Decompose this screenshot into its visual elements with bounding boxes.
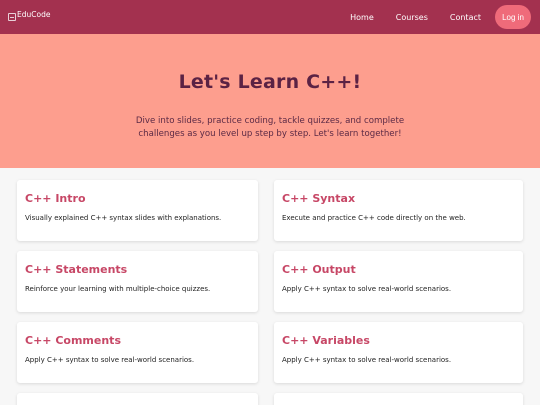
- hero-title: Let's Learn C++!: [178, 71, 362, 93]
- nav-link-contact[interactable]: Contact: [450, 13, 481, 22]
- card-description: Apply C++ syntax to solve real-world sce…: [282, 285, 452, 293]
- course-card-statements[interactable]: C++ Statements Reinforce your learning w…: [17, 251, 258, 312]
- card-description: Apply C++ syntax to solve real-world sce…: [25, 356, 195, 364]
- card-title: C++ Statements: [25, 263, 128, 276]
- card-title: C++ Output: [282, 263, 356, 276]
- card-title: C++ Intro: [25, 192, 86, 205]
- course-card-variables[interactable]: C++ Variables Apply C++ syntax to solve …: [274, 322, 523, 383]
- login-button[interactable]: Log in: [495, 5, 531, 29]
- card-description: Reinforce your learning with multiple-ch…: [25, 285, 211, 293]
- course-card[interactable]: [274, 393, 523, 405]
- hero-subtitle: Dive into slides, practice coding, tackl…: [135, 116, 405, 139]
- logo[interactable]: EduCode: [8, 9, 51, 22]
- hero-section: Let's Learn C++! Dive into slides, pract…: [0, 34, 540, 168]
- card-description: Execute and practice C++ code directly o…: [282, 214, 466, 222]
- logo-text: EduCode: [17, 9, 51, 19]
- card-description: Visually explained C++ syntax slides wit…: [25, 214, 222, 222]
- course-card-comments[interactable]: C++ Comments Apply C++ syntax to solve r…: [17, 322, 258, 383]
- nav-links: Home Courses Contact Log in: [350, 5, 531, 29]
- course-card-syntax[interactable]: C++ Syntax Execute and practice C++ code…: [274, 180, 523, 241]
- card-description: Apply C++ syntax to solve real-world sce…: [282, 356, 452, 364]
- card-title: C++ Comments: [25, 334, 121, 347]
- course-card[interactable]: [17, 393, 258, 405]
- navbar: EduCode Home Courses Contact Log in: [0, 0, 540, 34]
- card-title: C++ Variables: [282, 334, 370, 347]
- card-title: C++ Syntax: [282, 192, 356, 205]
- course-card-intro[interactable]: C++ Intro Visually explained C++ syntax …: [17, 180, 258, 241]
- course-grid: C++ Intro Visually explained C++ syntax …: [0, 168, 540, 405]
- nav-link-home[interactable]: Home: [350, 13, 374, 22]
- broken-image-icon: [8, 13, 16, 21]
- course-card-output[interactable]: C++ Output Apply C++ syntax to solve rea…: [274, 251, 523, 312]
- nav-link-courses[interactable]: Courses: [396, 13, 428, 22]
